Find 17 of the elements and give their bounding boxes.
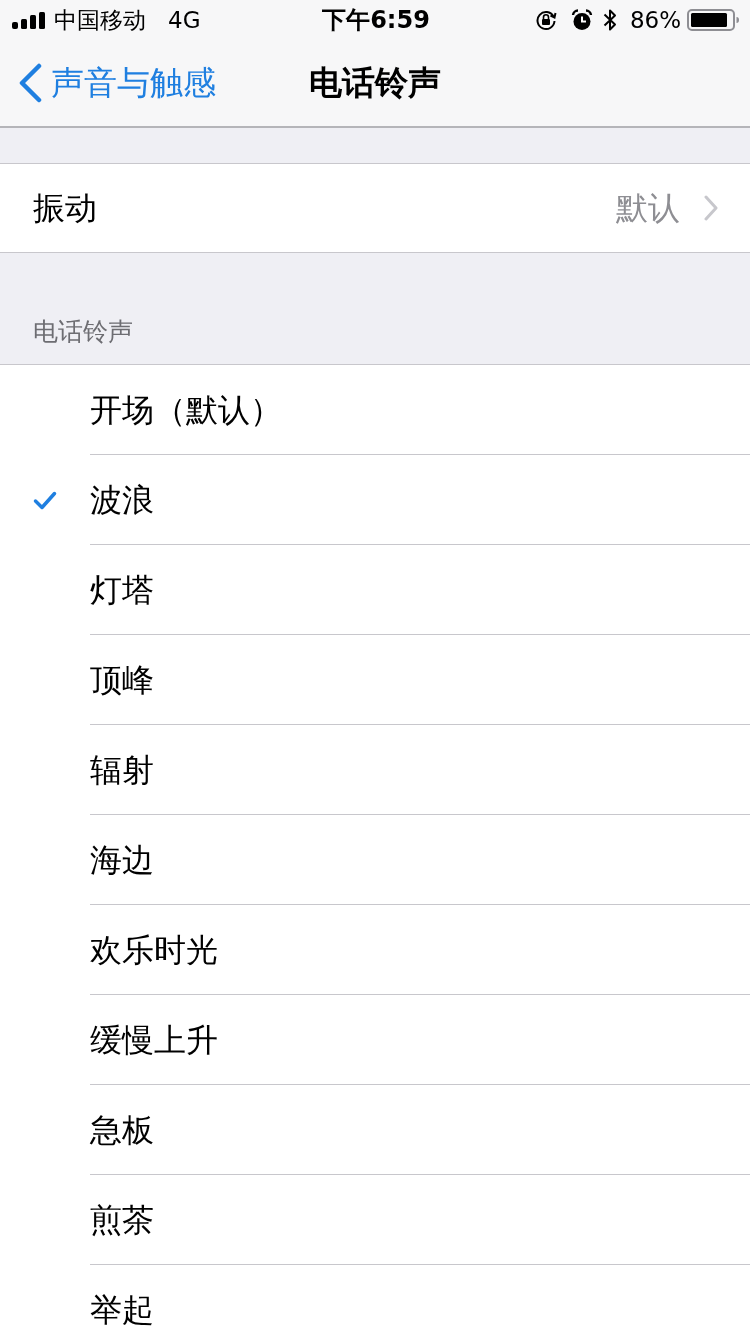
- rotation-lock-icon: [534, 9, 557, 31]
- battery-icon: [687, 9, 740, 31]
- page-title: 电话铃声: [309, 62, 441, 105]
- vibration-value: 默认: [616, 188, 680, 229]
- carrier-name: 中国移动: [54, 5, 146, 35]
- vibration-label: 振动: [33, 188, 98, 229]
- alarm-clock-icon: [570, 9, 593, 31]
- chevron-right-icon: [704, 195, 718, 221]
- signal-icon: [12, 11, 46, 29]
- chevron-left-icon[interactable]: [18, 63, 42, 103]
- vibration-setting-row[interactable]: 振动 默认: [0, 163, 750, 253]
- battery-percentage: 86%: [629, 5, 681, 35]
- bluetooth-icon: [602, 8, 617, 32]
- section-header: 电话铃声: [33, 315, 133, 348]
- network-type: 4G: [168, 5, 201, 35]
- status-time: 下午6:59: [322, 5, 430, 36]
- back-button[interactable]: 声音与触感: [0, 58, 220, 108]
